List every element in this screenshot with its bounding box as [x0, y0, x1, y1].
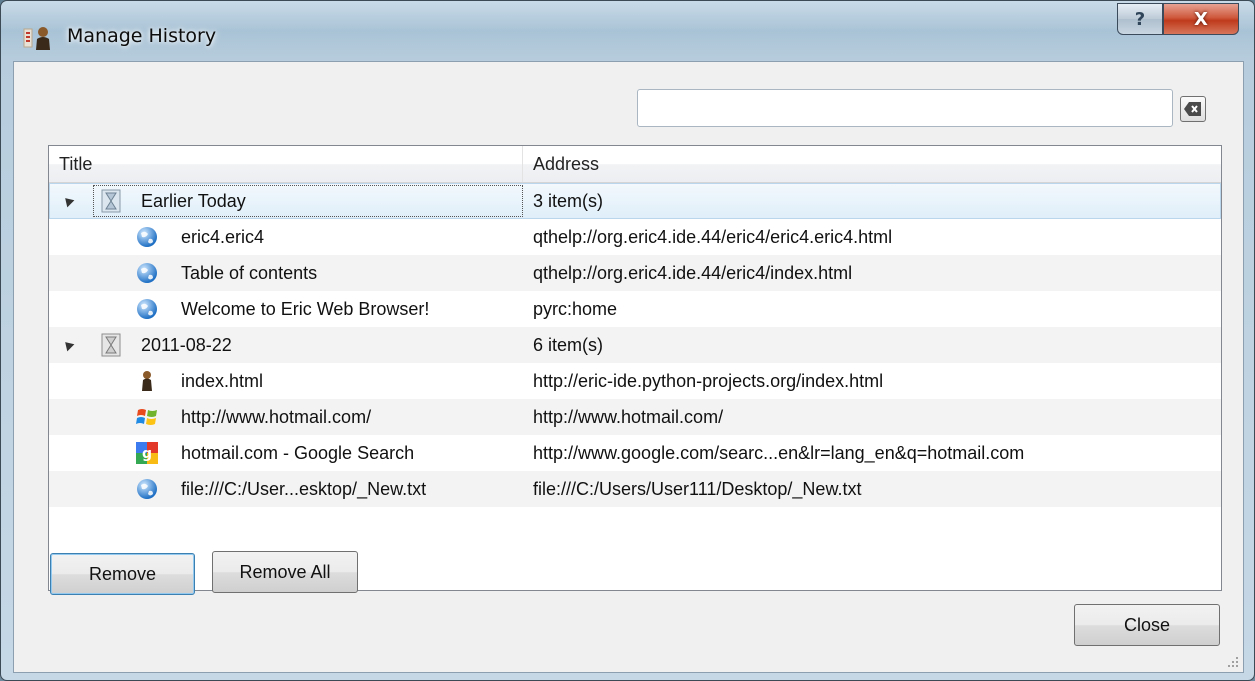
group-label: Earlier Today	[141, 191, 246, 211]
history-row[interactable]: index.html http://eric-ide.python-projec…	[49, 363, 1221, 399]
clear-search-button[interactable]	[1180, 96, 1206, 122]
clear-icon	[1184, 102, 1201, 116]
globe-icon	[137, 299, 157, 319]
hourglass-icon	[101, 189, 121, 213]
globe-icon	[137, 227, 157, 247]
history-row[interactable]: file:///C:/User...esktop/_New.txt file:/…	[49, 471, 1221, 507]
history-row[interactable]: http://www.hotmail.com/ http://www.hotma…	[49, 399, 1221, 435]
window-title: Manage History	[67, 25, 217, 47]
tree-header: Title Address	[49, 146, 1221, 183]
help-button[interactable]: ?	[1117, 3, 1163, 35]
help-icon: ?	[1134, 8, 1146, 30]
search-input[interactable]	[637, 89, 1173, 127]
group-count: 6 item(s)	[533, 335, 604, 355]
close-button[interactable]: Close	[1074, 604, 1220, 646]
globe-icon	[137, 479, 157, 499]
title-bar[interactable]: Manage History ? X	[1, 1, 1254, 61]
history-tree[interactable]: Title Address Earlier Today 3 item(s) er…	[48, 145, 1222, 591]
eric-app-icon	[23, 27, 50, 50]
expander-icon[interactable]	[61, 338, 75, 352]
history-address: qthelp://org.eric4.ide.44/eric4/index.ht…	[533, 263, 853, 283]
history-address: http://www.google.com/searc...en&lr=lang…	[533, 443, 1025, 463]
eric-icon	[142, 371, 152, 391]
column-header-title[interactable]: Title	[49, 146, 523, 182]
tree-rows: Earlier Today 3 item(s) eric4.eric4 qthe…	[49, 183, 1221, 507]
close-icon: X	[1194, 8, 1208, 30]
dialog-body: Title Address Earlier Today 3 item(s) er…	[13, 61, 1244, 673]
history-row[interactable]: eric4.eric4 qthelp://org.eric4.ide.44/er…	[49, 219, 1221, 255]
group-label: 2011-08-22	[141, 335, 232, 355]
svg-text:g: g	[142, 446, 152, 462]
history-title: http://www.hotmail.com/	[181, 407, 372, 427]
remove-button[interactable]: Remove	[50, 553, 195, 595]
remove-all-button[interactable]: Remove All	[212, 551, 358, 593]
history-address: qthelp://org.eric4.ide.44/eric4/eric4.er…	[533, 227, 893, 247]
hourglass-icon	[101, 333, 121, 357]
history-row[interactable]: g hotmail.com - Google Search http://www…	[49, 435, 1221, 471]
history-title: Table of contents	[181, 263, 318, 283]
history-address: http://www.hotmail.com/	[533, 407, 724, 427]
manage-history-window: Manage History ? X Title Address Earlier…	[0, 0, 1255, 681]
resize-grip-icon[interactable]	[1225, 654, 1239, 668]
window-close-button[interactable]: X	[1163, 3, 1239, 35]
group-count: 3 item(s)	[533, 191, 604, 211]
group-row-2011-08-22[interactable]: 2011-08-22 6 item(s)	[49, 327, 1221, 363]
google-icon: g	[136, 442, 158, 464]
column-header-address[interactable]: Address	[523, 146, 1221, 182]
windows-icon	[136, 409, 157, 425]
history-title: Welcome to Eric Web Browser!	[181, 299, 430, 319]
history-title: hotmail.com - Google Search	[181, 443, 415, 463]
group-row-earlier-today[interactable]: Earlier Today 3 item(s)	[49, 183, 1221, 219]
history-address: file:///C:/Users/User111/Desktop/_New.tx…	[533, 479, 862, 499]
expander-icon[interactable]	[61, 194, 75, 208]
history-row[interactable]: Welcome to Eric Web Browser! pyrc:home	[49, 291, 1221, 327]
history-address: pyrc:home	[533, 299, 618, 319]
globe-icon	[137, 263, 157, 283]
history-title: eric4.eric4	[181, 227, 265, 247]
history-address: http://eric-ide.python-projects.org/inde…	[533, 371, 884, 391]
history-row[interactable]: Table of contents qthelp://org.eric4.ide…	[49, 255, 1221, 291]
history-title: file:///C:/User...esktop/_New.txt	[181, 479, 427, 499]
history-title: index.html	[181, 371, 264, 391]
